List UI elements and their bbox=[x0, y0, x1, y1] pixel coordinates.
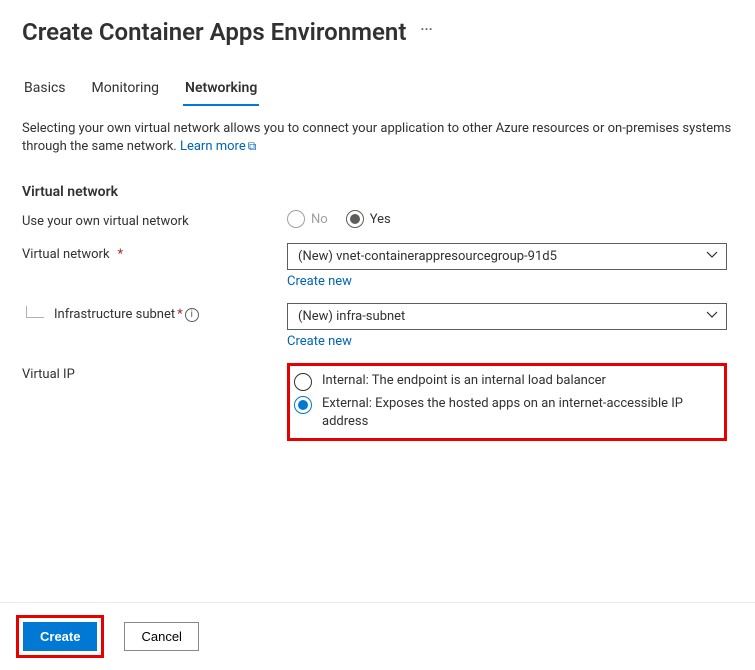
use-own-vnet-yes[interactable]: Yes bbox=[346, 210, 391, 228]
info-icon[interactable]: i bbox=[185, 308, 199, 322]
radio-icon bbox=[294, 373, 312, 391]
subnet-dropdown[interactable]: (New) infra-subnet bbox=[287, 303, 727, 330]
subnet-label: Infrastructure subnet bbox=[54, 307, 175, 322]
vip-option-external[interactable]: External: Exposes the hosted apps on an … bbox=[294, 393, 716, 432]
radio-icon bbox=[294, 396, 312, 414]
chevron-down-icon bbox=[706, 309, 718, 325]
more-actions-icon[interactable]: ··· bbox=[420, 22, 432, 42]
vip-highlight: Internal: The endpoint is an internal lo… bbox=[287, 363, 727, 441]
tab-bar: Basics Monitoring Networking bbox=[22, 76, 733, 106]
subnet-create-new-link[interactable]: Create new bbox=[287, 334, 352, 349]
vnet-dropdown[interactable]: (New) vnet-containerappresourcegroup-91d… bbox=[287, 243, 727, 270]
subnet-dropdown-value: (New) infra-subnet bbox=[298, 309, 405, 324]
use-own-vnet-label: Use your own virtual network bbox=[22, 210, 287, 229]
required-asterisk: * bbox=[118, 247, 124, 262]
cancel-button[interactable]: Cancel bbox=[124, 622, 198, 651]
footer-bar: Create Cancel bbox=[0, 602, 755, 670]
vip-external-label: External: Exposes the hosted apps on an … bbox=[322, 395, 716, 430]
vnet-dropdown-value: (New) vnet-containerappresourcegroup-91d… bbox=[298, 249, 557, 264]
subnet-label-wrap: Infrastructure subnet * i bbox=[22, 303, 287, 322]
vnet-create-new-link[interactable]: Create new bbox=[287, 274, 352, 289]
use-own-vnet-no[interactable]: No bbox=[287, 210, 328, 228]
learn-more-link[interactable]: Learn more⧉ bbox=[180, 139, 256, 154]
vip-option-internal[interactable]: Internal: The endpoint is an internal lo… bbox=[294, 370, 716, 393]
vnet-label: Virtual network* bbox=[22, 243, 287, 262]
radio-icon bbox=[346, 210, 364, 228]
vip-label: Virtual IP bbox=[22, 363, 287, 382]
create-highlight: Create bbox=[16, 615, 104, 658]
tab-networking[interactable]: Networking bbox=[183, 76, 259, 106]
tree-connector-icon bbox=[26, 306, 44, 318]
radio-label-no: No bbox=[311, 212, 328, 227]
vip-internal-label: Internal: The endpoint is an internal lo… bbox=[322, 372, 606, 390]
tab-monitoring[interactable]: Monitoring bbox=[90, 76, 162, 106]
required-asterisk: * bbox=[177, 307, 183, 322]
page-title-text: Create Container Apps Environment bbox=[22, 18, 406, 46]
vnet-heading: Virtual network bbox=[22, 184, 733, 200]
create-button[interactable]: Create bbox=[23, 622, 97, 651]
radio-label-yes: Yes bbox=[370, 212, 391, 227]
chevron-down-icon bbox=[706, 249, 718, 265]
radio-icon bbox=[287, 210, 305, 228]
intro-text: Selecting your own virtual network allow… bbox=[22, 120, 733, 156]
tab-basics[interactable]: Basics bbox=[22, 76, 68, 106]
intro-body: Selecting your own virtual network allow… bbox=[22, 121, 731, 154]
external-link-icon: ⧉ bbox=[248, 139, 257, 153]
page-title: Create Container Apps Environment ··· bbox=[22, 18, 733, 46]
